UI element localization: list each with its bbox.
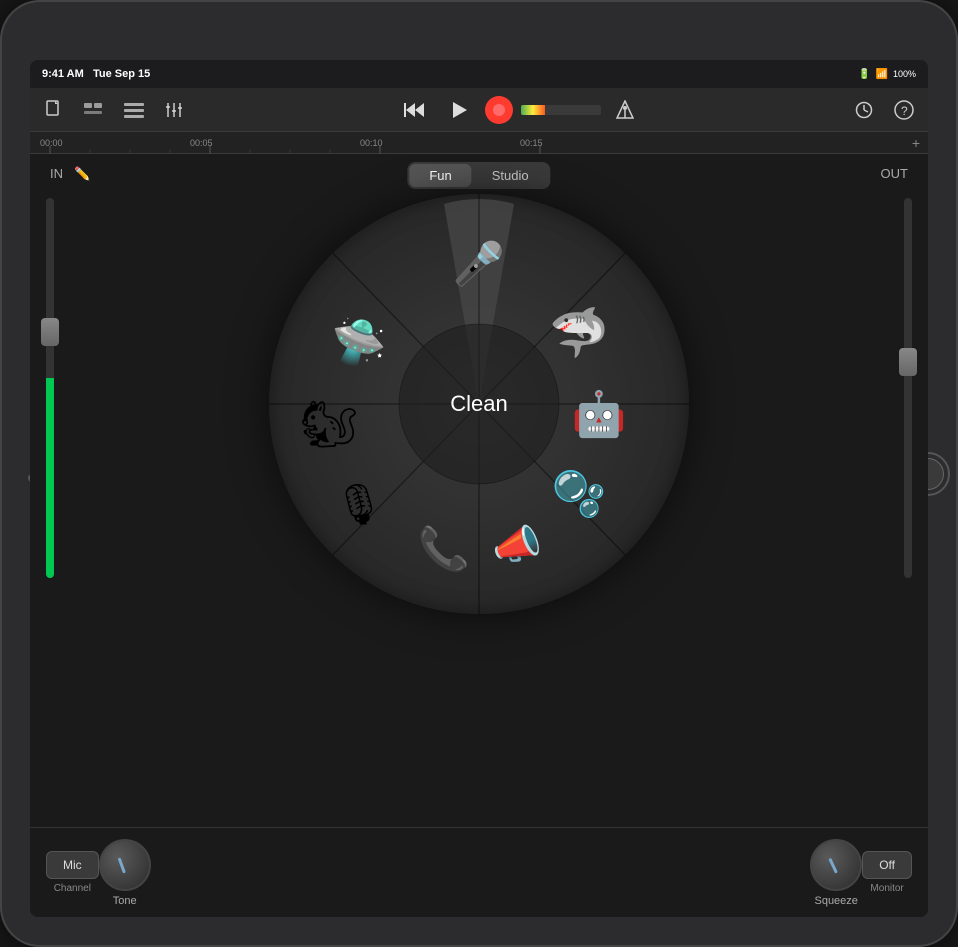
studio-mode-button[interactable]: Studio [472, 164, 549, 187]
mic-channel-label: Channel [54, 883, 91, 894]
effect-telephone[interactable]: 📞 [412, 517, 476, 581]
input-slider-fill [46, 378, 54, 578]
input-slider-track [46, 198, 54, 578]
squeeze-knob-indicator [828, 857, 837, 873]
tracks-view-button[interactable] [78, 94, 110, 126]
effects-wheel[interactable]: 🎤 🛸 🦈 🐿 🤖 🎙 🫧 📞 [269, 194, 689, 614]
effect-megaphone[interactable]: 📣 [485, 512, 549, 576]
squeeze-knob-group: Squeeze [810, 839, 862, 907]
level-fill [521, 105, 545, 115]
fun-mode-button[interactable]: Fun [409, 164, 471, 187]
monitor-button[interactable]: Off [862, 851, 912, 879]
effects-wheel-container: 🎤 🛸 🦈 🐿 🤖 🎙 🫧 📞 [269, 194, 689, 614]
ipad-screen: 9:41 AM Tue Sep 15 🔋 📶 100% [30, 60, 928, 917]
timeline-ruler: 00:00 00:05 00:10 00:15 + [30, 132, 928, 154]
date-label: Tue Sep 15 [93, 68, 150, 80]
toolbar-left [38, 94, 190, 126]
battery-icon: 🔋 [858, 69, 870, 80]
effect-stage-mic[interactable]: 🎙 [327, 472, 391, 536]
edit-icon: ✏️ [74, 166, 90, 182]
main-content: IN ✏️ OUT Fun Studio [30, 154, 928, 917]
add-track-button[interactable]: + [912, 135, 920, 151]
effect-microphone[interactable]: 🎤 [447, 232, 511, 296]
battery-label: 100% [893, 69, 916, 79]
status-time: 9:41 AM Tue Sep 15 [42, 68, 150, 80]
effect-monster[interactable]: 🦈 [547, 300, 611, 364]
mic-channel-button[interactable]: Mic [46, 851, 99, 879]
toolbar: ? [30, 88, 928, 132]
input-slider-thumb[interactable] [41, 318, 59, 346]
out-label: OUT [881, 166, 908, 181]
in-label: IN [50, 166, 63, 181]
tone-knob[interactable] [99, 839, 151, 891]
squeeze-knob[interactable] [810, 839, 862, 891]
new-song-button[interactable] [38, 94, 70, 126]
mode-toggle: Fun Studio [407, 162, 550, 189]
tone-knob-indicator [118, 857, 126, 873]
help-button[interactable]: ? [888, 94, 920, 126]
metronome-button[interactable] [609, 94, 641, 126]
effect-bubbles[interactable]: 🫧 [547, 462, 611, 526]
record-button[interactable] [485, 96, 513, 124]
effect-robot[interactable]: 🤖 [567, 382, 631, 446]
monitor-group: Off Monitor [862, 851, 912, 894]
tone-knob-label: Tone [113, 895, 137, 907]
tone-knob-group: Tone [99, 839, 151, 907]
mic-channel-group: Mic Channel [46, 851, 99, 894]
monitor-label: Monitor [870, 883, 903, 894]
toolbar-center [397, 92, 641, 128]
list-view-button[interactable] [118, 94, 150, 126]
output-slider-thumb[interactable] [899, 348, 917, 376]
effect-alien[interactable]: 🛸 [327, 310, 391, 374]
time-label: 9:41 AM [42, 68, 84, 80]
ipad-frame: 9:41 AM Tue Sep 15 🔋 📶 100% [0, 0, 958, 947]
svg-text:?: ? [901, 104, 908, 118]
status-bar: 9:41 AM Tue Sep 15 🔋 📶 100% [30, 60, 928, 88]
rewind-button[interactable] [397, 92, 433, 128]
record-indicator [493, 104, 505, 116]
toolbar-right: ? [848, 94, 920, 126]
ruler-ticks [30, 132, 928, 154]
play-button[interactable] [441, 92, 477, 128]
bottom-controls: Mic Channel Tone Squeeze [30, 827, 928, 917]
squeeze-knob-label: Squeeze [814, 895, 857, 907]
output-slider-track [904, 198, 912, 578]
tempo-button[interactable] [848, 94, 880, 126]
mixer-button[interactable] [158, 94, 190, 126]
wifi-icon: 📶 [876, 69, 888, 80]
level-meter [521, 105, 601, 115]
effect-squirrel[interactable]: 🐿 [297, 392, 361, 456]
status-right: 🔋 📶 100% [858, 69, 916, 80]
